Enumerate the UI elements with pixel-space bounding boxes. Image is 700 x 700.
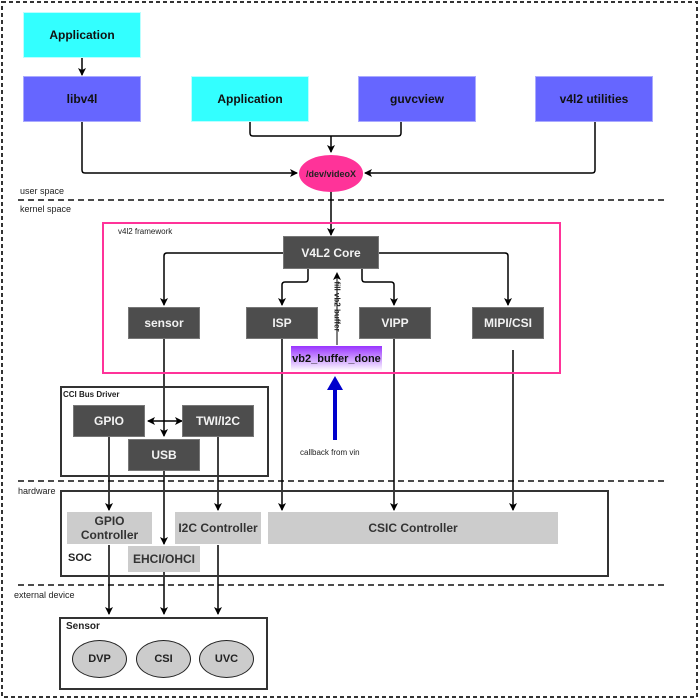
twi-i2c-driver-box: TWI/I2C bbox=[182, 405, 254, 437]
application-mid-box: Application bbox=[191, 76, 309, 122]
zone-label-external-device: external device bbox=[14, 590, 75, 600]
sensor-uvc-node: UVC bbox=[199, 640, 254, 678]
isp-module-box: ISP bbox=[246, 307, 318, 339]
usb-driver-box: USB bbox=[128, 439, 200, 471]
sensor-dvp-node: DVP bbox=[72, 640, 127, 678]
zone-label-user-space: user space bbox=[20, 186, 65, 196]
dev-videox-node: /dev/videoX bbox=[299, 155, 363, 192]
v4l2-utilities-box: v4l2 utilities bbox=[535, 76, 653, 122]
v4l2-architecture-diagram: user space kernel space hardware externa… bbox=[0, 0, 700, 700]
application-top-box: Application bbox=[23, 12, 141, 58]
sensor-group-title: Sensor bbox=[66, 621, 100, 632]
callback-arrowhead bbox=[327, 376, 343, 390]
mipi-csi-module-box: MIPI/CSI bbox=[472, 307, 544, 339]
sensor-csi-node: CSI bbox=[136, 640, 191, 678]
sensor-module-box: sensor bbox=[128, 307, 200, 339]
v4l2-framework-title: v4l2 framework bbox=[118, 227, 173, 236]
wire-app-guvcview-merge bbox=[249, 122, 402, 137]
callback-from-vin-label: callback from vin bbox=[300, 448, 360, 457]
wire-utils-to-devnode bbox=[364, 122, 596, 177]
cci-bus-driver-title: CCI Bus Driver bbox=[63, 390, 120, 399]
vipp-module-box: VIPP bbox=[359, 307, 431, 339]
csic-controller-box: CSIC Controller bbox=[268, 512, 558, 544]
gpio-driver-box: GPIO bbox=[73, 405, 145, 437]
guvcview-box: guvcview bbox=[358, 76, 476, 122]
fill-vb2-buffer-label: fill vb2 buffer bbox=[332, 281, 342, 332]
i2c-controller-box: I2C Controller bbox=[175, 512, 261, 544]
gpio-controller-box: GPIO Controller bbox=[67, 512, 152, 544]
wire-libv4l-to-devnode bbox=[81, 122, 298, 177]
libv4l-box: libv4l bbox=[23, 76, 141, 122]
ehci-ohci-box: EHCI/OHCI bbox=[128, 546, 200, 572]
zone-label-hardware: hardware bbox=[18, 486, 56, 496]
v4l2-core-box: V4L2 Core bbox=[283, 236, 379, 269]
soc-title: SOC bbox=[68, 552, 92, 564]
zone-label-kernel-space: kernel space bbox=[20, 204, 72, 214]
